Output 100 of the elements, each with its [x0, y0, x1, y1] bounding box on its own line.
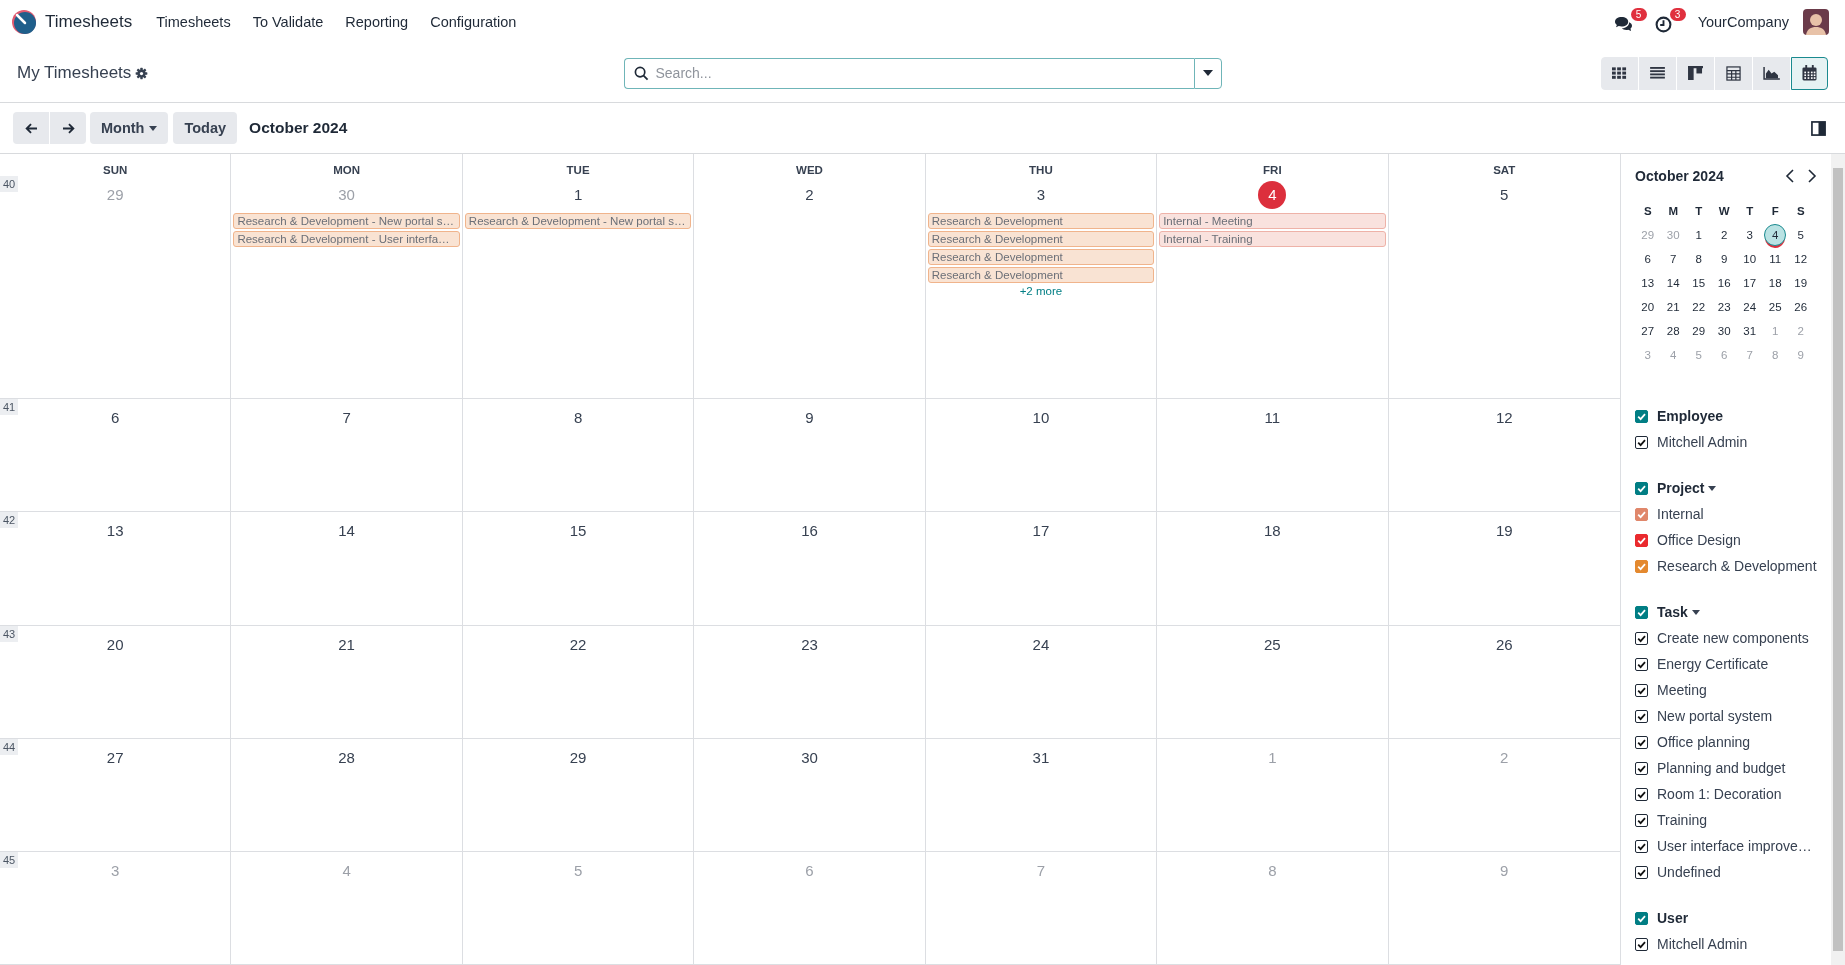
filter-option-label[interactable]: Create new components	[1657, 630, 1809, 646]
mini-calendar-day[interactable]: 13	[1636, 272, 1659, 294]
activities-button[interactable]: 3	[1650, 5, 1686, 39]
day-cell[interactable]: 30	[694, 738, 926, 851]
mini-calendar-day[interactable]: 28	[1662, 320, 1685, 342]
day-cell[interactable]: 4 Internal - Meeting Internal - Training	[1157, 175, 1389, 399]
filter-section-checkbox[interactable]	[1635, 605, 1648, 619]
scrollbar[interactable]	[1831, 154, 1845, 965]
mini-calendar-day[interactable]: 31	[1738, 320, 1761, 342]
mini-calendar-day[interactable]: 23	[1713, 296, 1736, 318]
filter-checkbox[interactable]	[1635, 839, 1648, 853]
filter-checkbox[interactable]	[1635, 559, 1648, 573]
day-cell[interactable]: 45 3	[0, 851, 232, 964]
app-name[interactable]: Timesheets	[45, 12, 133, 32]
day-cell[interactable]: 10	[925, 399, 1158, 512]
mini-calendar-day[interactable]: 12	[1789, 248, 1812, 270]
filter-option-label[interactable]: Internal	[1657, 506, 1704, 522]
day-cell[interactable]: 40 29	[0, 175, 232, 399]
filter-checkbox[interactable]	[1635, 787, 1648, 801]
filter-option-label[interactable]: Office planning	[1657, 734, 1751, 750]
day-cell[interactable]: 43 20	[0, 625, 232, 738]
calendar-event[interactable]: Research & Development	[927, 266, 1155, 283]
day-cell[interactable]: 18	[1157, 512, 1389, 625]
messages-button[interactable]: 5	[1609, 5, 1647, 39]
calendar-event[interactable]: Research & Development - New portal s…	[464, 212, 692, 229]
day-cell[interactable]: 19	[1388, 512, 1620, 625]
mini-calendar-day[interactable]: 22	[1687, 296, 1710, 318]
filter-option-label[interactable]: User interface improve…	[1657, 838, 1812, 854]
search-field[interactable]: Search...	[623, 57, 1194, 89]
filter-checkbox[interactable]	[1635, 761, 1648, 775]
calendar-event[interactable]: Research & Development	[927, 212, 1155, 229]
day-cell[interactable]: 23	[694, 625, 926, 738]
filter-option-label[interactable]: Undefined	[1657, 864, 1721, 880]
calendar-event[interactable]: Research & Development	[927, 248, 1155, 265]
day-cell[interactable]: 3 Research & Development Research & Development Research & Development Research & Development +2 more	[925, 175, 1158, 399]
filter-checkbox[interactable]	[1635, 937, 1648, 951]
filter-section-title[interactable]: Employee	[1657, 408, 1724, 424]
day-cell[interactable]: 21	[231, 625, 463, 738]
calendar-event[interactable]: Research & Development	[927, 230, 1155, 247]
day-cell[interactable]: 12	[1388, 399, 1620, 512]
calendar-event[interactable]: Research & Development - New portal s…	[233, 212, 460, 229]
mini-calendar-day[interactable]: 6	[1636, 248, 1659, 270]
mini-calendar-day[interactable]: 19	[1789, 272, 1812, 294]
day-cell[interactable]: 11	[1157, 399, 1389, 512]
filter-option-label[interactable]: Training	[1657, 812, 1708, 828]
filter-section-title[interactable]: Project	[1657, 480, 1717, 496]
day-cell[interactable]: 7	[231, 399, 463, 512]
app-logo-icon[interactable]	[11, 9, 37, 35]
filter-checkbox[interactable]	[1635, 683, 1648, 697]
filter-section-checkbox[interactable]	[1635, 911, 1648, 925]
day-cell[interactable]: 31	[925, 738, 1158, 851]
mini-calendar-day[interactable]: 11	[1764, 248, 1787, 270]
menu-item[interactable]: Configuration	[430, 14, 517, 30]
mini-calendar-day[interactable]: 9	[1713, 248, 1736, 270]
settings-icon[interactable]	[135, 66, 149, 80]
mini-calendar-day[interactable]: 30	[1713, 320, 1736, 342]
mini-calendar-day[interactable]: 29	[1687, 320, 1710, 342]
day-cell[interactable]: 28	[231, 738, 463, 851]
filter-checkbox[interactable]	[1635, 735, 1648, 749]
mini-calendar-day[interactable]: 5	[1789, 224, 1812, 246]
filter-checkbox[interactable]	[1635, 507, 1648, 521]
mini-calendar-day[interactable]: 1	[1687, 224, 1710, 246]
scale-dropdown[interactable]: Month	[90, 112, 169, 144]
mini-calendar-day[interactable]: 27	[1636, 320, 1659, 342]
mini-calendar-day[interactable]: 20	[1636, 296, 1659, 318]
menu-item[interactable]: Timesheets	[156, 14, 231, 30]
day-cell[interactable]: 5	[1388, 175, 1620, 399]
day-cell[interactable]: 26	[1388, 625, 1620, 738]
mini-calendar-day[interactable]: 16	[1713, 272, 1736, 294]
day-cell[interactable]: 29	[462, 738, 695, 851]
previous-button[interactable]	[13, 112, 49, 144]
filter-section-title[interactable]: Task	[1657, 604, 1700, 620]
menu-item[interactable]: Reporting	[345, 14, 409, 30]
day-cell[interactable]: 17	[925, 512, 1158, 625]
day-cell[interactable]: 14	[231, 512, 463, 625]
filter-option-label[interactable]: Mitchell Admin	[1657, 434, 1748, 450]
chevron-right-icon[interactable]	[1807, 169, 1817, 183]
next-button[interactable]	[50, 112, 86, 144]
day-cell[interactable]: 2	[694, 175, 926, 399]
company-name[interactable]: YourCompany	[1697, 14, 1789, 30]
mini-calendar-day[interactable]: 10	[1738, 248, 1761, 270]
filter-option-label[interactable]: Planning and budget	[1657, 760, 1786, 776]
day-cell[interactable]: 8	[462, 399, 695, 512]
mini-calendar-day[interactable]: 21	[1662, 296, 1685, 318]
filter-option-label[interactable]: New portal system	[1657, 708, 1773, 724]
filter-section-checkbox[interactable]	[1635, 481, 1648, 495]
chevron-left-icon[interactable]	[1785, 169, 1795, 183]
day-cell[interactable]: 24	[925, 625, 1158, 738]
day-cell[interactable]: 30 Research & Development - New portal s… Research & Development - User interfa…	[231, 175, 463, 399]
today-button[interactable]: Today	[173, 112, 238, 144]
mini-calendar-day[interactable]: 4	[1764, 224, 1787, 246]
day-cell[interactable]: 42 13	[0, 512, 232, 625]
menu-item[interactable]: To Validate	[252, 14, 324, 30]
day-cell[interactable]: 16	[694, 512, 926, 625]
calendar-event[interactable]: Internal - Meeting	[1159, 212, 1386, 229]
more-events-link[interactable]: +2 more	[1019, 284, 1063, 297]
filter-section-checkbox[interactable]	[1635, 409, 1648, 423]
calendar-event[interactable]: Internal - Training	[1159, 230, 1386, 247]
mini-calendar-day[interactable]: 26	[1789, 296, 1812, 318]
mini-calendar-day[interactable]: 18	[1764, 272, 1787, 294]
